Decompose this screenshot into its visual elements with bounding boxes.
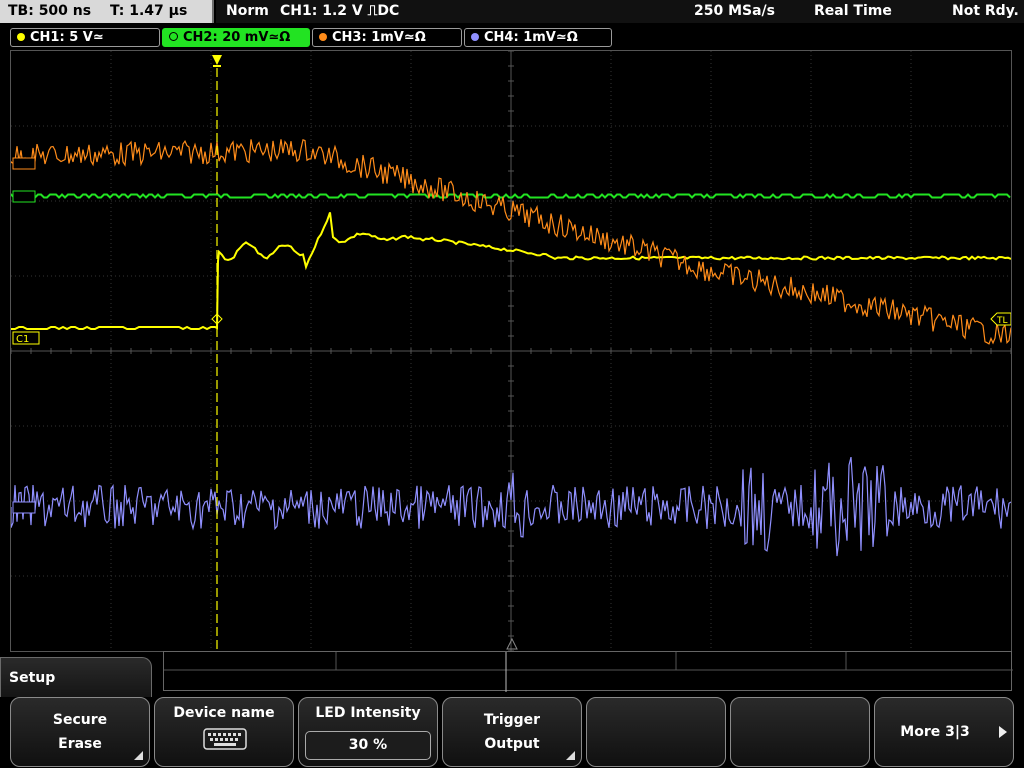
channel-tab-ch3[interactable]: CH3: 1mV≃Ω — [312, 28, 462, 47]
trigger-output-label-1: Trigger — [483, 712, 541, 728]
secure-erase-button[interactable]: Secure Erase — [10, 697, 150, 767]
trigger-position-marker[interactable] — [212, 55, 222, 65]
secure-erase-label-1: Secure — [52, 712, 108, 728]
record-overview — [163, 651, 1013, 692]
channel-markers: C1 TL — [12, 55, 1011, 651]
trigger-time-value: T: 1.47 µs — [109, 3, 188, 19]
sample-rate: 250 MSa/s — [694, 3, 776, 19]
waveform-display[interactable]: C1 TL — [10, 50, 1012, 652]
graticule — [11, 51, 1011, 651]
keyboard-icon — [203, 728, 247, 750]
channel-tab-ch1[interactable]: CH1: 5 V≃ — [10, 28, 160, 47]
ch2-offset-marker[interactable] — [12, 190, 36, 203]
channel-tab-ch4[interactable]: CH4: 1mV≃Ω — [464, 28, 612, 47]
trigger-marker-bar — [213, 65, 221, 67]
waveform-canvas: C1 TL — [11, 51, 1011, 651]
horizontal-position-marker — [506, 637, 518, 650]
ch1-marker-label: C1 — [16, 334, 29, 345]
ch3-label: CH3: 1mV≃Ω — [332, 30, 426, 45]
record-overview-canvas — [164, 652, 1013, 692]
submenu-corner-icon — [566, 751, 575, 760]
trigger-output-label-2: Output — [484, 736, 540, 752]
timebase-value: TB: 500 ns — [8, 3, 92, 19]
status-bar: Norm CH1: 1.2 V ⎍DC 250 MSa/s Real Time … — [216, 0, 1024, 23]
device-name-button[interactable]: Device name — [154, 697, 294, 767]
ch4-label: CH4: 1mV≃Ω — [484, 30, 578, 45]
led-intensity-value: 30 % — [305, 731, 431, 760]
timebase-display[interactable]: TB: 500 ns T: 1.47 µs — [0, 0, 214, 23]
ch3-color-dot — [319, 33, 327, 41]
led-intensity-button[interactable]: LED Intensity 30 % — [298, 697, 438, 767]
trigger-mode[interactable]: Norm — [226, 0, 269, 23]
menu-title-tab: Setup — [0, 657, 152, 697]
ch4-offset-marker[interactable] — [12, 501, 36, 514]
softkey-bar: Secure Erase Device name LED Intensity 3… — [0, 697, 1024, 768]
menu-title: Setup — [9, 670, 56, 686]
ch1-label: CH1: 5 V≃ — [30, 30, 104, 45]
softkey-empty-6[interactable] — [730, 697, 870, 767]
acquisition-state: Not Rdy. — [952, 3, 1019, 19]
secure-erase-label-2: Erase — [58, 736, 102, 752]
trigger-level-label: TL — [996, 316, 1008, 326]
submenu-corner-icon — [134, 751, 143, 760]
acquisition-mode[interactable]: Real Time — [814, 0, 892, 23]
chevron-right-icon — [999, 726, 1007, 738]
device-name-label: Device name — [173, 705, 275, 721]
trigger-output-button[interactable]: Trigger Output — [442, 697, 582, 767]
more-label: More 3|3 — [900, 724, 970, 740]
more-button[interactable]: More 3|3 — [874, 697, 1014, 767]
led-intensity-label: LED Intensity — [315, 705, 421, 721]
channel-bar: CH1: 5 V≃ CH2: 20 mV≃Ω CH3: 1mV≃Ω CH4: 1… — [0, 25, 1024, 49]
softkey-empty-5[interactable] — [586, 697, 726, 767]
ch2-color-dot — [169, 32, 178, 41]
ch4-color-dot — [471, 33, 479, 41]
ch2-label: CH2: 20 mV≃Ω — [183, 30, 291, 45]
channel-tab-ch2[interactable]: CH2: 20 mV≃Ω — [162, 28, 310, 47]
ch3-offset-marker[interactable] — [12, 157, 36, 170]
trigger-setting[interactable]: CH1: 1.2 V ⎍DC — [280, 0, 399, 23]
ch1-color-dot — [17, 33, 25, 41]
